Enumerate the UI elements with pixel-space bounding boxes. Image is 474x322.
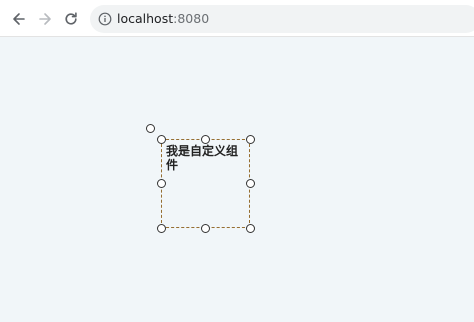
reload-icon xyxy=(65,12,77,25)
forward-button[interactable] xyxy=(32,6,58,32)
component-text: 我是自定义组件 xyxy=(166,144,239,172)
arrow-right-icon xyxy=(39,13,51,25)
reload-button[interactable] xyxy=(58,6,84,32)
info-icon[interactable] xyxy=(98,12,112,26)
back-button[interactable] xyxy=(6,6,32,32)
resize-handle-bottom-right[interactable] xyxy=(245,223,255,233)
resize-handle-top-right[interactable] xyxy=(245,134,255,144)
rotate-handle[interactable] xyxy=(145,123,155,133)
resize-handle-left[interactable] xyxy=(156,179,166,188)
resize-handle-bottom-left[interactable] xyxy=(156,223,166,233)
address-bar[interactable]: localhost:8080 xyxy=(90,5,474,33)
resize-handle-bottom[interactable] xyxy=(201,223,210,233)
resize-handle-top[interactable] xyxy=(201,134,210,144)
resize-handle-top-left[interactable] xyxy=(156,134,166,144)
url-text[interactable]: localhost:8080 xyxy=(117,11,209,27)
custom-component[interactable]: 我是自定义组件 xyxy=(161,139,250,228)
resize-handle-right[interactable] xyxy=(245,179,255,188)
url-port: :8080 xyxy=(173,11,210,26)
url-host: localhost xyxy=(117,11,174,26)
browser-toolbar: localhost:8080 xyxy=(0,0,474,37)
arrow-left-icon xyxy=(13,13,25,25)
